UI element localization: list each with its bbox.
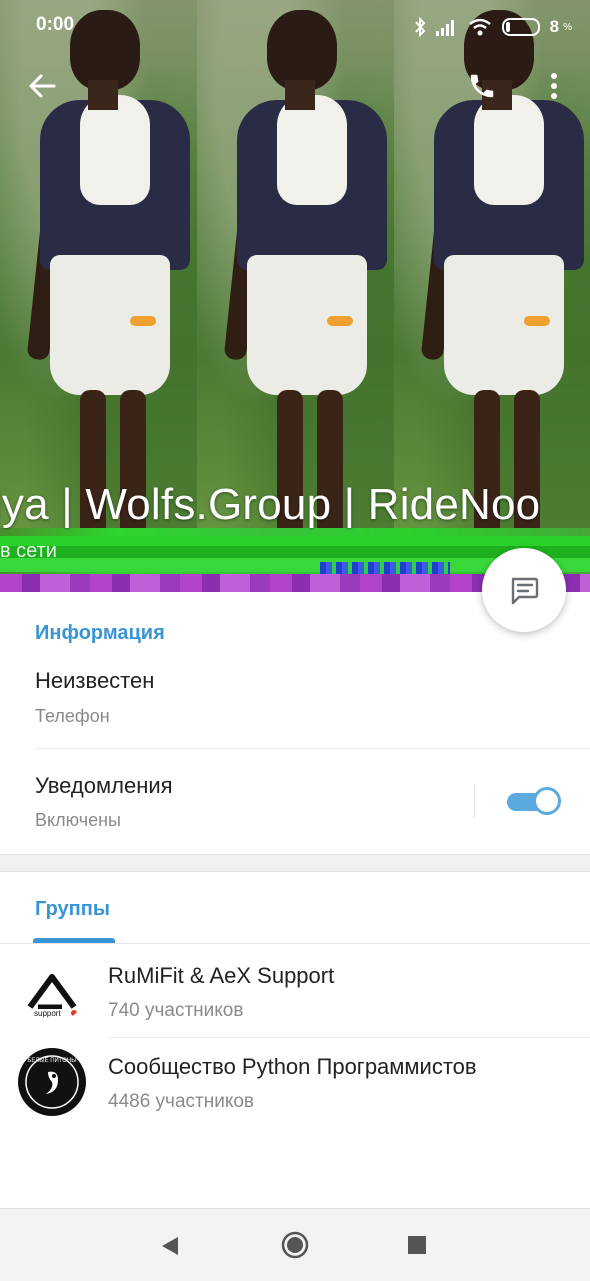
status-time: 0:00: [36, 14, 75, 35]
wifi-icon: [468, 18, 491, 36]
percent-sign: %: [563, 21, 572, 33]
back-arrow-icon: [29, 74, 56, 98]
group-avatar: БЕЛЫЕ ПИТОНЫ: [18, 1048, 86, 1116]
toggle-knob: [533, 787, 561, 815]
signal-icon: [435, 20, 454, 36]
online-status: в сети: [0, 540, 57, 562]
system-nav-bar: [0, 1208, 590, 1281]
battery-percent: 8: [549, 17, 560, 36]
group-members: 4486 участников: [108, 1091, 255, 1112]
group-avatar: support: [18, 955, 86, 1023]
phone-label: Телефон: [35, 706, 110, 726]
more-options-button[interactable]: [540, 66, 568, 106]
more-vert-icon: [551, 73, 557, 99]
group-item-rumifit[interactable]: support RuMiFit & AeX Support 740 участн…: [0, 946, 590, 1036]
rumifit-logo-text: support: [34, 1009, 61, 1018]
section-separator: [0, 854, 590, 872]
phone-value: Неизвестен: [35, 668, 155, 693]
vertical-divider: [474, 784, 475, 818]
bluetooth-icon: [414, 17, 425, 37]
python-community-logo-icon: БЕЛЫЕ ПИТОНЫ: [20, 1050, 84, 1114]
rumifit-logo-icon: support: [27, 974, 77, 1018]
group-name: Сообщество Python Программистов: [108, 1054, 477, 1079]
message-button[interactable]: [482, 548, 566, 632]
notifications-title: Уведомления: [35, 773, 173, 798]
info-section-title: Информация: [35, 622, 165, 644]
group-item-python[interactable]: БЕЛЫЕ ПИТОНЫ Сообщество Python Программи…: [0, 1038, 590, 1128]
status-icons: 8 %: [414, 14, 572, 40]
notifications-value: Включены: [35, 810, 121, 830]
python-logo-text: БЕЛЫЕ ПИТОНЫ: [27, 1058, 76, 1064]
divider: [35, 748, 590, 749]
nav-home-icon[interactable]: [281, 1231, 309, 1259]
notifications-toggle[interactable]: [507, 787, 561, 815]
nav-back-icon[interactable]: [160, 1235, 180, 1257]
phone-icon: [470, 74, 494, 98]
group-members: 740 участников: [108, 1000, 244, 1021]
battery-icon: [501, 18, 540, 36]
tabs-divider: [0, 943, 590, 944]
back-button[interactable]: [22, 66, 62, 106]
nav-recents-icon[interactable]: [408, 1236, 426, 1254]
status-bar: 0:00 8 %: [0, 0, 590, 56]
tab-groups[interactable]: Группы: [35, 898, 110, 921]
profile-name: lya | Wolfs.Group | RideNoo: [0, 480, 541, 529]
message-icon: [511, 577, 539, 605]
call-button[interactable]: [462, 66, 502, 106]
group-name: RuMiFit & AeX Support: [108, 963, 335, 988]
